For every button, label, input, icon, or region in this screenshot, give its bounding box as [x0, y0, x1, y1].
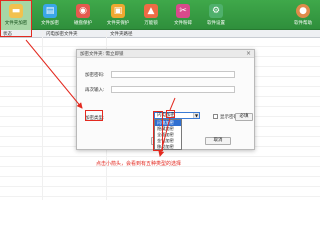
toolbar-label: 万能锁 [144, 21, 158, 26]
list-row [0, 178, 320, 187]
highlight-box [153, 111, 163, 151]
list-header: 状态 闪电加密文件夹 文件夹路径 [0, 30, 320, 38]
shredder-icon: ✂ [176, 4, 190, 18]
toolbar-label: 文件粉碎 [174, 21, 192, 26]
confirm-password-label: 再次输入: [85, 88, 105, 93]
confirm-password-input[interactable] [111, 86, 235, 93]
toolbar-disk-protect-button[interactable]: ◉ 磁盘保护 [68, 0, 98, 30]
annotation-text: 点击小箭头，会看到有五种类型的选择 [96, 161, 182, 167]
dialog-title: 加密文件夹: 需立即锁 [80, 52, 124, 57]
column-header-folder[interactable]: 闪电加密文件夹 [46, 31, 78, 37]
required-button[interactable]: 必填 [235, 113, 253, 121]
column-divider [42, 30, 43, 200]
highlight-box [166, 110, 175, 118]
help-avatar-icon: ● [296, 4, 310, 18]
list-row [0, 168, 320, 177]
toolbar-label: 磁盘保护 [74, 21, 92, 26]
cancel-button[interactable]: 取消 [205, 137, 231, 145]
toolbar-label: 软件设置 [207, 21, 225, 26]
app-window: ▬ 文件夹加密 ▤ 文件加密 ◉ 磁盘保护 ▣ 文件夹保护 ▲ 万能锁 ✂ 文件… [0, 0, 320, 200]
highlight-box [0, 0, 32, 37]
toolbar-file-encrypt-button[interactable]: ▤ 文件加密 [35, 0, 65, 30]
file-lock-icon: ▤ [43, 4, 57, 18]
column-header-path[interactable]: 文件夹路径 [110, 31, 133, 37]
settings-icon: ⚙ [209, 4, 223, 18]
lock-icon: ▲ [144, 4, 158, 18]
folder-shield-icon: ▣ [111, 4, 125, 18]
toolbar-settings-button[interactable]: ⚙ 软件设置 [200, 0, 232, 30]
list-row [0, 188, 320, 197]
toolbar-master-lock-button[interactable]: ▲ 万能锁 [136, 0, 166, 30]
disk-protect-icon: ◉ [76, 4, 90, 18]
password-input[interactable] [111, 71, 235, 78]
list-row [0, 38, 320, 47]
password-label: 加密密码: [85, 73, 105, 78]
main-toolbar: ▬ 文件夹加密 ▤ 文件加密 ◉ 磁盘保护 ▣ 文件夹保护 ▲ 万能锁 ✂ 文件… [0, 0, 320, 30]
close-icon[interactable]: × [246, 50, 251, 57]
toolbar-shred-button[interactable]: ✂ 文件粉碎 [168, 0, 198, 30]
toolbar-help-button[interactable]: ● 软件帮助 [288, 0, 318, 30]
show-password-checkbox[interactable] [213, 114, 218, 119]
chevron-down-icon[interactable]: ▼ [193, 113, 199, 118]
toolbar-label: 文件加密 [41, 21, 59, 26]
toolbar-folder-protect-button[interactable]: ▣ 文件夹保护 [102, 0, 134, 30]
highlight-box [85, 110, 103, 121]
toolbar-label: 文件夹保护 [106, 21, 130, 26]
toolbar-label: 软件帮助 [294, 21, 312, 26]
dialog-titlebar[interactable]: 加密文件夹: 需立即锁 × [77, 50, 254, 58]
